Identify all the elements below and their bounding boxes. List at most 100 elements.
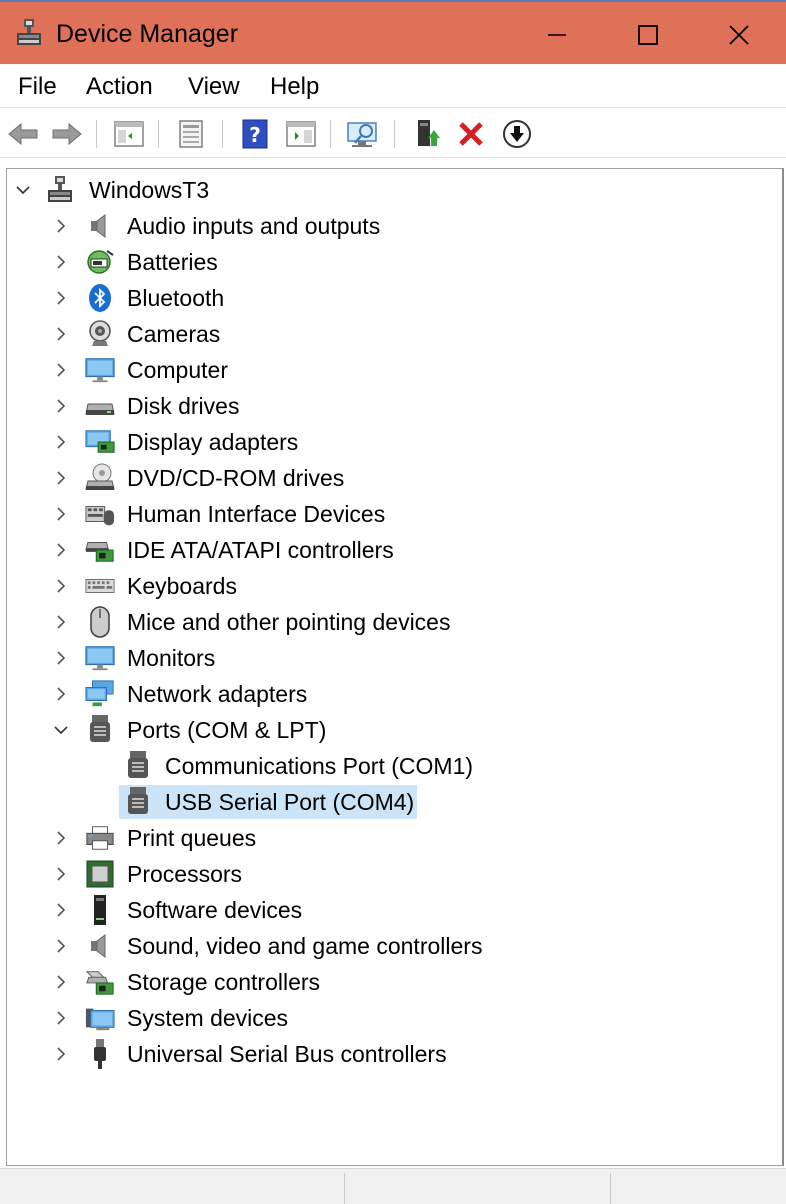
properties-icon[interactable] xyxy=(174,118,208,150)
battery-icon xyxy=(85,247,115,277)
tree-category[interactable]: Sound, video and game controllers xyxy=(7,929,783,963)
tree-category[interactable]: System devices xyxy=(7,1001,783,1035)
tree-category-label: Sound, video and game controllers xyxy=(127,933,483,959)
tree-category[interactable]: Human Interface Devices xyxy=(7,497,783,531)
toolbar-separator xyxy=(158,120,159,148)
tree-category[interactable]: Universal Serial Bus controllers xyxy=(7,1037,783,1071)
dvd-drive-icon xyxy=(85,463,115,493)
tree-category[interactable]: Batteries xyxy=(7,245,783,279)
update-driver-icon[interactable] xyxy=(410,118,444,150)
scan-hardware-icon[interactable] xyxy=(346,118,380,150)
tree-category-label: Bluetooth xyxy=(127,285,225,311)
chevron-right-icon[interactable] xyxy=(51,324,71,344)
chevron-right-icon[interactable] xyxy=(51,972,71,992)
speaker-icon xyxy=(85,931,115,961)
uninstall-icon[interactable] xyxy=(454,118,488,150)
tree-category[interactable]: Display adapters xyxy=(7,425,783,459)
tree-category[interactable]: DVD/CD-ROM drives xyxy=(7,461,783,495)
chevron-right-icon[interactable] xyxy=(51,576,71,596)
tree-category-label: Disk drives xyxy=(127,393,240,419)
chevron-right-icon[interactable] xyxy=(51,504,71,524)
toolbar-separator xyxy=(330,120,331,148)
chevron-right-icon[interactable] xyxy=(51,432,71,452)
help-icon[interactable]: ? xyxy=(238,118,272,150)
tree-category[interactable]: Audio inputs and outputs xyxy=(7,209,783,243)
tree-category[interactable]: Keyboards xyxy=(7,569,783,603)
chevron-right-icon[interactable] xyxy=(51,648,71,668)
back-icon[interactable] xyxy=(6,118,40,150)
printer-icon xyxy=(85,823,115,853)
tree-category-label: Ports (COM & LPT) xyxy=(127,717,327,743)
port-icon xyxy=(123,751,153,781)
tree-category[interactable]: Computer xyxy=(7,353,783,387)
tree-category-label: Keyboards xyxy=(127,573,237,599)
disk-drive-icon xyxy=(85,391,115,421)
chevron-right-icon[interactable] xyxy=(51,828,71,848)
tree-category[interactable]: IDE ATA/ATAPI controllers xyxy=(7,533,783,567)
device-tree[interactable]: WindowsT3 Audio inputs and outputs Batte… xyxy=(6,168,784,1166)
tree-category[interactable]: Disk drives xyxy=(7,389,783,423)
tree-category-ports[interactable]: Ports (COM & LPT) xyxy=(7,713,783,747)
tree-category[interactable]: Network adapters xyxy=(7,677,783,711)
tree-root[interactable]: WindowsT3 xyxy=(7,173,783,207)
chevron-right-icon[interactable] xyxy=(51,396,71,416)
tree-category-label: DVD/CD-ROM drives xyxy=(127,465,345,491)
disable-device-icon[interactable] xyxy=(500,118,534,150)
computer-root-icon xyxy=(45,175,75,205)
minimize-button[interactable] xyxy=(534,12,580,58)
chevron-right-icon[interactable] xyxy=(51,900,71,920)
network-adapter-icon xyxy=(85,679,115,709)
tree-device-label: Communications Port (COM1) xyxy=(165,753,474,779)
tree-device-selected[interactable]: USB Serial Port (COM4) xyxy=(7,785,783,819)
tree-root-label: WindowsT3 xyxy=(89,177,210,203)
menu-help[interactable]: Help xyxy=(270,73,319,101)
tree-category[interactable]: Cameras xyxy=(7,317,783,351)
mouse-icon xyxy=(85,606,115,638)
chevron-right-icon[interactable] xyxy=(51,540,71,560)
status-divider xyxy=(610,1173,611,1204)
tree-category[interactable]: Storage controllers xyxy=(7,965,783,999)
tree-category[interactable]: Mice and other pointing devices xyxy=(7,605,783,639)
chevron-right-icon[interactable] xyxy=(51,288,71,308)
chevron-right-icon[interactable] xyxy=(51,864,71,884)
menu-bar: File Action View Help xyxy=(0,64,786,108)
tree-category-label: Processors xyxy=(127,861,243,887)
tree-category[interactable]: Processors xyxy=(7,857,783,891)
chevron-down-icon[interactable] xyxy=(51,720,71,740)
close-button[interactable] xyxy=(716,12,762,58)
chevron-right-icon[interactable] xyxy=(51,1044,71,1064)
tree-category-label: Monitors xyxy=(127,645,216,671)
menu-file[interactable]: File xyxy=(18,73,57,101)
chevron-right-icon[interactable] xyxy=(51,612,71,632)
maximize-button[interactable] xyxy=(625,12,671,58)
chevron-down-icon[interactable] xyxy=(13,180,33,200)
menu-view[interactable]: View xyxy=(188,73,240,101)
tree-category[interactable]: Bluetooth xyxy=(7,281,783,315)
tree-category-label: Computer xyxy=(127,357,228,383)
tree-category-label: System devices xyxy=(127,1005,289,1031)
chevron-right-icon[interactable] xyxy=(51,936,71,956)
chevron-right-icon[interactable] xyxy=(51,468,71,488)
menu-action[interactable]: Action xyxy=(86,73,153,101)
tree-category-label: Network adapters xyxy=(127,681,308,707)
tree-category[interactable]: Software devices xyxy=(7,893,783,927)
chevron-right-icon[interactable] xyxy=(51,684,71,704)
toolbar-separator xyxy=(394,120,395,148)
tree-device[interactable]: Communications Port (COM1) xyxy=(7,749,783,783)
title-bar: Device Manager xyxy=(0,0,786,64)
system-device-icon xyxy=(85,1003,115,1033)
tree-category[interactable]: Print queues xyxy=(7,821,783,855)
camera-icon xyxy=(85,319,115,349)
chevron-right-icon[interactable] xyxy=(51,1008,71,1028)
chevron-right-icon[interactable] xyxy=(51,216,71,236)
tree-category[interactable]: Monitors xyxy=(7,641,783,675)
tree-category-label: Display adapters xyxy=(127,429,299,455)
forward-icon[interactable] xyxy=(50,118,84,150)
window-title: Device Manager xyxy=(56,20,239,48)
action-pane-icon[interactable] xyxy=(284,118,318,150)
show-hide-console-tree-icon[interactable] xyxy=(112,118,146,150)
display-adapter-icon xyxy=(85,427,115,457)
status-divider xyxy=(344,1173,345,1204)
chevron-right-icon[interactable] xyxy=(51,360,71,380)
chevron-right-icon[interactable] xyxy=(51,252,71,272)
